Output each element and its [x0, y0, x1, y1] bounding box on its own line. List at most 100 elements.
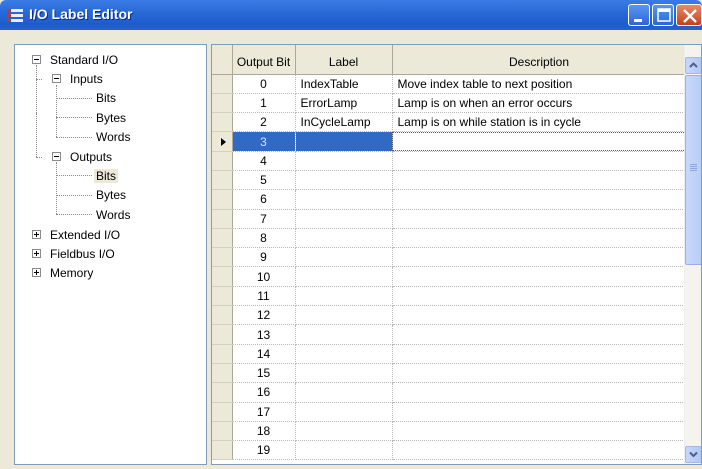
- description-cell[interactable]: [392, 363, 687, 384]
- description-cell[interactable]: [392, 421, 687, 442]
- description-cell[interactable]: [392, 286, 687, 307]
- output-bit-cell[interactable]: 14: [232, 344, 296, 364]
- label-cell[interactable]: [295, 247, 393, 268]
- row-selector[interactable]: [212, 363, 233, 384]
- row-selector[interactable]: [212, 74, 233, 94]
- output-bit-cell[interactable]: 7: [232, 209, 296, 229]
- tree-node-outputs[interactable]: Outputs: [68, 150, 114, 164]
- output-bit-cell[interactable]: 12: [232, 305, 296, 326]
- output-bit-cell[interactable]: 15: [232, 363, 296, 384]
- label-cell[interactable]: [295, 402, 393, 422]
- output-bit-cell[interactable]: 9: [232, 247, 296, 268]
- output-bit-cell[interactable]: 4: [232, 151, 296, 171]
- description-cell[interactable]: [392, 402, 687, 422]
- description-cell[interactable]: [392, 131, 687, 152]
- description-cell[interactable]: [392, 151, 687, 171]
- table-row[interactable]: 17: [212, 402, 687, 422]
- expand-toggle-memory[interactable]: [32, 268, 41, 277]
- column-header-label[interactable]: Label: [295, 45, 393, 75]
- tree-node-inputs-words[interactable]: Words: [94, 130, 132, 144]
- vertical-scrollbar[interactable]: [684, 45, 701, 464]
- row-selector[interactable]: [212, 382, 233, 403]
- row-selector[interactable]: [212, 344, 233, 364]
- output-bit-cell[interactable]: 5: [232, 170, 296, 191]
- table-row[interactable]: 11: [212, 286, 687, 307]
- table-row[interactable]: 4: [212, 151, 687, 171]
- tree-node-outputs-bits[interactable]: Bits: [94, 169, 119, 183]
- label-cell[interactable]: [295, 363, 393, 384]
- row-selector[interactable]: [212, 421, 233, 442]
- output-bit-cell[interactable]: 10: [232, 266, 296, 287]
- row-selector[interactable]: [212, 93, 233, 114]
- output-bit-cell[interactable]: 0: [232, 74, 296, 94]
- description-cell[interactable]: [392, 344, 687, 364]
- description-cell[interactable]: [392, 266, 687, 287]
- table-row[interactable]: 1 ErrorLamp Lamp is on when an error occur…: [212, 93, 687, 114]
- scroll-down-button[interactable]: [685, 446, 701, 463]
- io-label-grid[interactable]: Output Bit Label Description 0 IndexTable…: [211, 44, 702, 465]
- column-header-description[interactable]: Description: [392, 45, 687, 75]
- tree-node-outputs-bytes[interactable]: Bytes: [94, 188, 128, 202]
- table-row[interactable]: 6: [212, 189, 687, 210]
- row-selector[interactable]: [212, 440, 233, 461]
- collapse-toggle-outputs[interactable]: [52, 152, 61, 161]
- label-cell[interactable]: [295, 266, 393, 287]
- label-cell[interactable]: [295, 209, 393, 229]
- label-cell[interactable]: [295, 151, 393, 171]
- collapse-toggle-standard-io[interactable]: [32, 55, 41, 64]
- output-bit-cell[interactable]: 3: [232, 131, 296, 152]
- description-cell[interactable]: [392, 170, 687, 191]
- description-cell[interactable]: [392, 440, 687, 461]
- collapse-toggle-inputs[interactable]: [52, 74, 61, 83]
- label-cell[interactable]: [295, 131, 393, 152]
- row-selector[interactable]: [212, 228, 233, 249]
- table-row[interactable]: 5: [212, 170, 687, 191]
- output-bit-cell[interactable]: 8: [232, 228, 296, 249]
- table-row[interactable]: 8: [212, 228, 687, 249]
- tree-node-fieldbus-io[interactable]: Fieldbus I/O: [48, 247, 117, 261]
- row-selector[interactable]: [212, 209, 233, 229]
- row-selector[interactable]: [212, 324, 233, 345]
- scrollbar-thumb[interactable]: [685, 75, 701, 265]
- row-selector[interactable]: [212, 170, 233, 191]
- description-cell[interactable]: Move index table to next position: [392, 74, 687, 94]
- label-cell[interactable]: [295, 421, 393, 442]
- table-row[interactable]: 7: [212, 209, 687, 229]
- maximize-button[interactable]: [652, 4, 674, 26]
- row-selector[interactable]: [212, 131, 233, 152]
- table-row[interactable]: 12: [212, 305, 687, 326]
- tree-node-inputs-bytes[interactable]: Bytes: [94, 111, 128, 125]
- output-bit-cell[interactable]: 2: [232, 112, 296, 133]
- output-bit-cell[interactable]: 6: [232, 189, 296, 210]
- description-cell[interactable]: Lamp is on while station is in cycle: [392, 112, 687, 133]
- description-cell[interactable]: [392, 189, 687, 210]
- description-cell[interactable]: [392, 305, 687, 326]
- table-row[interactable]: 0 IndexTable Move index table to next posi…: [212, 74, 687, 94]
- label-cell[interactable]: [295, 440, 393, 461]
- table-row[interactable]: 16: [212, 382, 687, 403]
- label-cell[interactable]: [295, 324, 393, 345]
- row-selector[interactable]: [212, 247, 233, 268]
- label-cell[interactable]: InCycleLamp: [295, 112, 393, 133]
- tree-node-inputs-bits[interactable]: Bits: [94, 91, 118, 105]
- output-bit-cell[interactable]: 1: [232, 93, 296, 114]
- row-selector[interactable]: [212, 305, 233, 326]
- row-selector[interactable]: [212, 112, 233, 133]
- output-bit-cell[interactable]: 19: [232, 440, 296, 461]
- table-row[interactable]: 13: [212, 324, 687, 345]
- table-row[interactable]: 10: [212, 266, 687, 287]
- output-bit-cell[interactable]: 18: [232, 421, 296, 442]
- io-tree[interactable]: Standard I/O Inputs Bits Bytes Words Out…: [14, 44, 207, 465]
- description-cell[interactable]: [392, 382, 687, 403]
- minimize-button[interactable]: [628, 4, 650, 26]
- label-cell[interactable]: [295, 228, 393, 249]
- label-cell[interactable]: ErrorLamp: [295, 93, 393, 114]
- label-cell[interactable]: [295, 382, 393, 403]
- description-cell[interactable]: [392, 247, 687, 268]
- tree-node-outputs-words[interactable]: Words: [94, 208, 132, 222]
- row-selector[interactable]: [212, 189, 233, 210]
- description-cell[interactable]: [392, 209, 687, 229]
- label-cell[interactable]: [295, 189, 393, 210]
- row-selector[interactable]: [212, 266, 233, 287]
- description-cell[interactable]: [392, 324, 687, 345]
